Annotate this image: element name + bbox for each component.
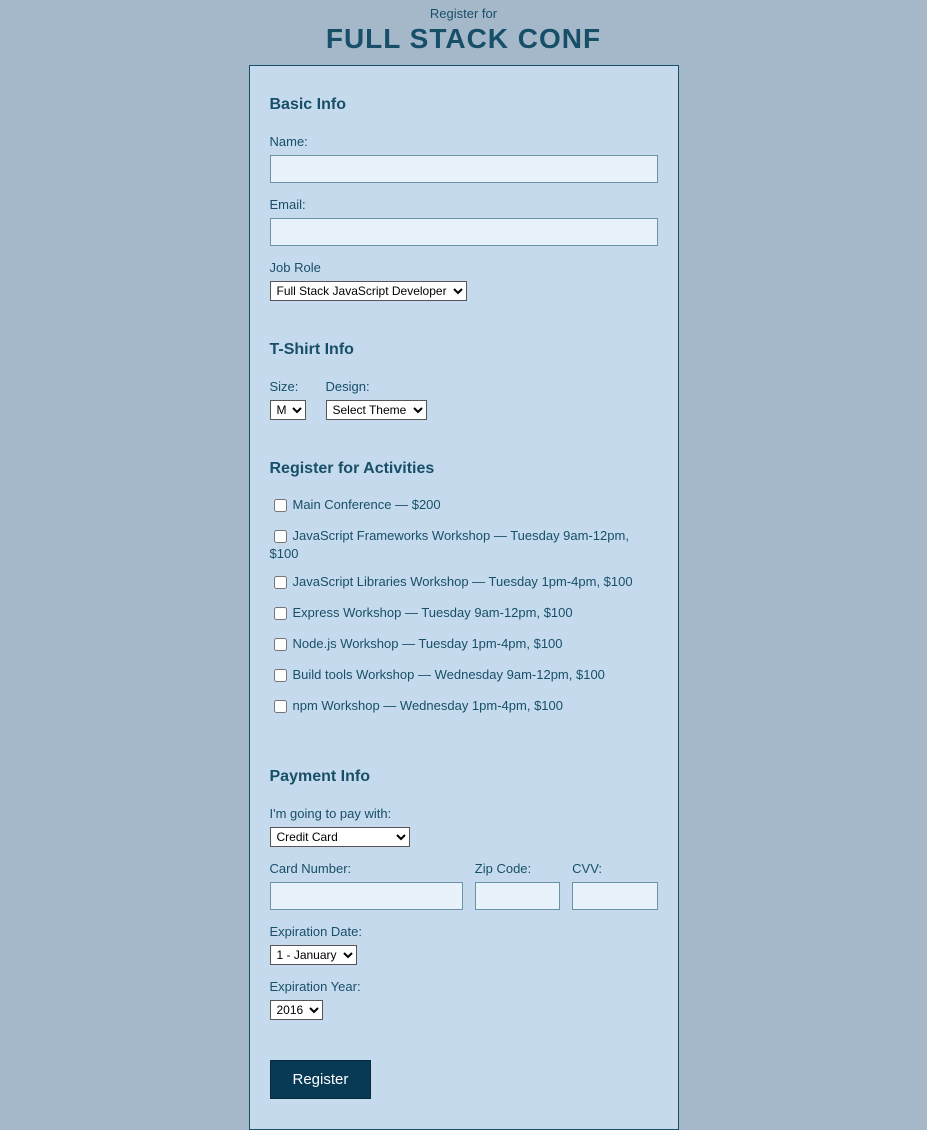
activity-checkbox[interactable] bbox=[274, 499, 287, 512]
exp-date-label: Expiration Date: bbox=[270, 924, 658, 939]
activity-item[interactable]: Main Conference — $200 bbox=[270, 496, 658, 515]
activity-item[interactable]: Express Workshop — Tuesday 9am-12pm, $10… bbox=[270, 604, 658, 623]
payment-legend: Payment Info bbox=[270, 758, 658, 792]
size-select[interactable]: M bbox=[270, 400, 306, 420]
activity-item[interactable]: Node.js Workshop — Tuesday 1pm-4pm, $100 bbox=[270, 635, 658, 654]
job-role-label: Job Role bbox=[270, 260, 658, 275]
zip-label: Zip Code: bbox=[475, 861, 560, 876]
activities-legend: Register for Activities bbox=[270, 450, 658, 484]
activity-checkbox[interactable] bbox=[274, 700, 287, 713]
registration-form: Basic Info Name: Email: Job Role Full St… bbox=[249, 65, 679, 1130]
header-title: FULL STACK CONF bbox=[0, 23, 927, 55]
register-button[interactable]: Register bbox=[270, 1060, 372, 1099]
activity-label: Express Workshop — Tuesday 9am-12pm, $10… bbox=[293, 605, 573, 620]
activity-label: Main Conference — $200 bbox=[293, 497, 441, 512]
activity-checkbox[interactable] bbox=[274, 638, 287, 651]
basic-info-legend: Basic Info bbox=[270, 86, 658, 120]
design-label: Design: bbox=[326, 379, 427, 394]
activity-checkbox[interactable] bbox=[274, 669, 287, 682]
cvv-input[interactable] bbox=[572, 882, 657, 910]
activity-checkbox[interactable] bbox=[274, 530, 287, 543]
basic-info-section: Basic Info Name: Email: Job Role Full St… bbox=[270, 86, 658, 301]
activity-label: npm Workshop — Wednesday 1pm-4pm, $100 bbox=[293, 698, 564, 713]
pay-with-select[interactable]: Credit Card bbox=[270, 827, 410, 847]
size-label: Size: bbox=[270, 379, 306, 394]
activity-item[interactable]: npm Workshop — Wednesday 1pm-4pm, $100 bbox=[270, 697, 658, 716]
pay-with-label: I'm going to pay with: bbox=[270, 806, 658, 821]
activities-section: Register for Activities Main Conference … bbox=[270, 450, 658, 728]
card-number-label: Card Number: bbox=[270, 861, 463, 876]
exp-year-label: Expiration Year: bbox=[270, 979, 658, 994]
design-select[interactable]: Select Theme bbox=[326, 400, 427, 420]
activity-label: JavaScript Libraries Workshop — Tuesday … bbox=[293, 574, 633, 589]
zip-input[interactable] bbox=[475, 882, 560, 910]
exp-year-select[interactable]: 2016 bbox=[270, 1000, 323, 1020]
tshirt-legend: T-Shirt Info bbox=[270, 331, 658, 365]
activity-label: JavaScript Frameworks Workshop — Tuesday… bbox=[270, 528, 629, 561]
page-header: Register for FULL STACK CONF bbox=[0, 6, 927, 55]
activity-checkbox[interactable] bbox=[274, 607, 287, 620]
header-subtitle: Register for bbox=[0, 6, 927, 21]
activity-label: Build tools Workshop — Wednesday 9am-12p… bbox=[293, 667, 605, 682]
card-number-input[interactable] bbox=[270, 882, 463, 910]
exp-date-select[interactable]: 1 - January bbox=[270, 945, 357, 965]
email-input[interactable] bbox=[270, 218, 658, 246]
activity-item[interactable]: Build tools Workshop — Wednesday 9am-12p… bbox=[270, 666, 658, 685]
activity-item[interactable]: JavaScript Frameworks Workshop — Tuesday… bbox=[270, 527, 658, 561]
cvv-label: CVV: bbox=[572, 861, 657, 876]
activity-label: Node.js Workshop — Tuesday 1pm-4pm, $100 bbox=[293, 636, 563, 651]
tshirt-section: T-Shirt Info Size: M Design: Select Them… bbox=[270, 331, 658, 420]
job-role-select[interactable]: Full Stack JavaScript Developer bbox=[270, 281, 467, 301]
name-input[interactable] bbox=[270, 155, 658, 183]
payment-section: Payment Info I'm going to pay with: Cred… bbox=[270, 758, 658, 1020]
activity-checkbox[interactable] bbox=[274, 576, 287, 589]
email-label: Email: bbox=[270, 197, 658, 212]
activity-item[interactable]: JavaScript Libraries Workshop — Tuesday … bbox=[270, 573, 658, 592]
name-label: Name: bbox=[270, 134, 658, 149]
